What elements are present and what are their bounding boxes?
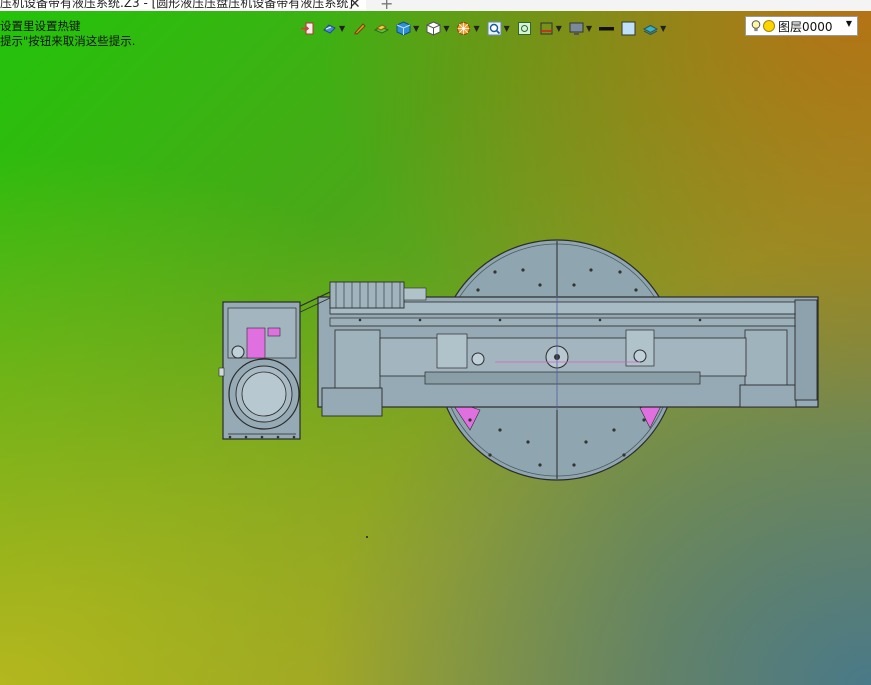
model-viewport[interactable] [0,0,871,685]
hydraulic-station [218,301,301,440]
press-main-frame [317,296,819,417]
cursor-dot [366,536,368,538]
